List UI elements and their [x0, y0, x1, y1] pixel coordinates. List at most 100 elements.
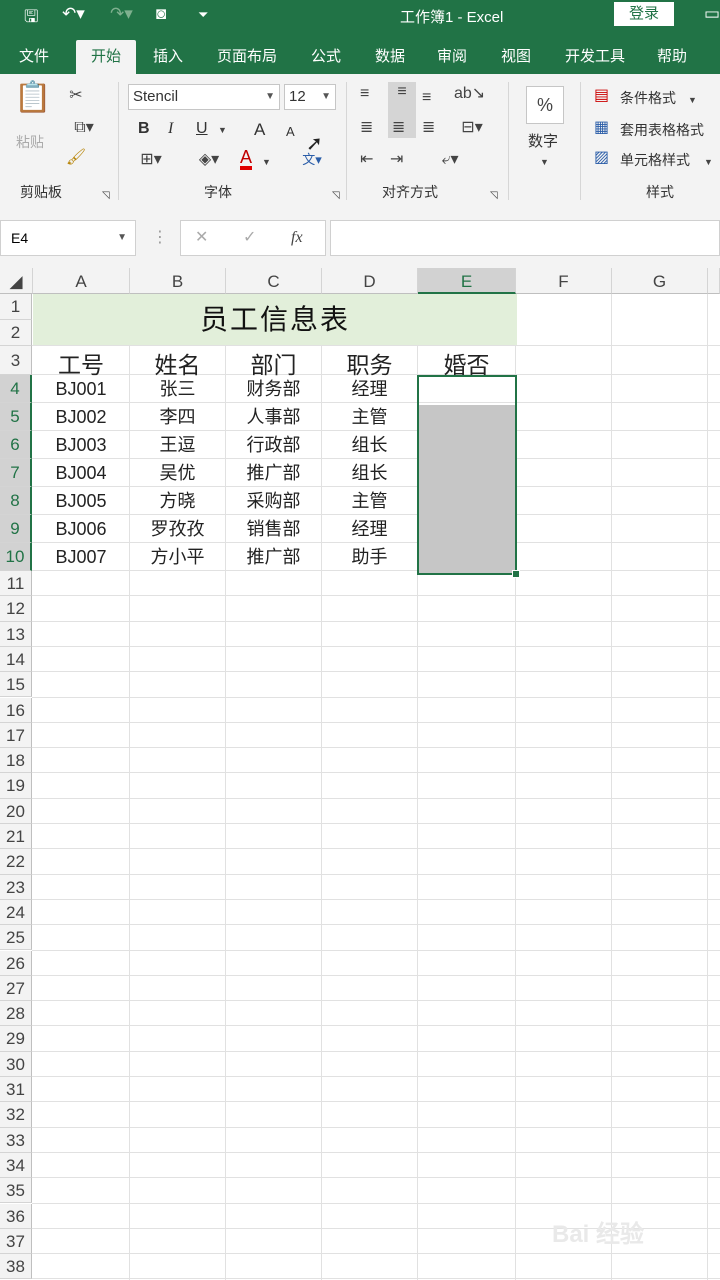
fill-color-icon[interactable]: ◈▾ — [192, 150, 226, 170]
row-header-22[interactable]: 22 — [0, 849, 32, 875]
cell-department[interactable]: 采购部 — [226, 487, 321, 515]
bold-button[interactable]: B — [138, 120, 150, 138]
chevron-down-icon[interactable]: ▼ — [117, 221, 127, 255]
table-format-icon[interactable]: ▦ — [594, 118, 609, 138]
camera-icon[interactable]: ◙ — [156, 4, 166, 24]
cell-name[interactable]: 方小平 — [130, 543, 225, 571]
alignment-launcher-icon[interactable]: ◹ — [490, 186, 498, 206]
align-bottom-icon[interactable]: ≡ — [422, 88, 431, 108]
row-header-25[interactable]: 25 — [0, 925, 32, 951]
column-header-h[interactable] — [708, 268, 720, 294]
row-header-32[interactable]: 32 — [0, 1102, 32, 1128]
row-header-19[interactable]: 19 — [0, 773, 32, 799]
row-header-9[interactable]: 9 — [0, 515, 32, 543]
conditional-format-icon[interactable]: ▤ — [594, 86, 609, 106]
row-header-11[interactable]: 11 — [0, 571, 32, 597]
cell-position[interactable]: 主管 — [322, 403, 417, 431]
cell-married[interactable] — [418, 459, 515, 487]
column-header-g[interactable]: G — [612, 268, 708, 294]
save-icon[interactable]: 🖫 — [24, 4, 38, 33]
row-header-24[interactable]: 24 — [0, 899, 32, 926]
paste-button-label[interactable]: 粘贴 — [16, 132, 44, 152]
sheet-title-cell[interactable]: 员工信息表 — [33, 294, 517, 345]
tab-insert[interactable]: 插入 — [146, 40, 190, 74]
row-header-2[interactable]: 2 — [0, 320, 32, 346]
cell-department[interactable]: 财务部 — [226, 375, 321, 403]
font-name-select[interactable]: Stencil ▼ — [128, 84, 280, 110]
chevron-down-icon[interactable]: ▼ — [218, 120, 227, 140]
merge-center-icon[interactable]: ⊟▾ — [452, 118, 492, 138]
ribbon-display-icon[interactable]: ▭ — [704, 4, 720, 24]
cell-department[interactable]: 销售部 — [226, 515, 321, 543]
row-header-30[interactable]: 30 — [0, 1051, 32, 1077]
row-header-10[interactable]: 10 — [0, 543, 32, 571]
row-header-36[interactable]: 36 — [0, 1203, 32, 1229]
increase-indent-icon[interactable]: ⇥ — [390, 150, 403, 170]
row-header-26[interactable]: 26 — [0, 950, 32, 976]
chevron-down-icon[interactable]: ▼ — [540, 152, 549, 172]
cell-id[interactable]: BJ005 — [33, 487, 129, 515]
cell-id[interactable]: BJ001 — [33, 375, 129, 403]
underline-button[interactable]: U — [196, 120, 208, 138]
insert-function-icon[interactable]: fx — [291, 228, 303, 248]
cell-married[interactable] — [418, 515, 515, 543]
font-size-select[interactable]: 12 ▼ — [284, 84, 336, 110]
copy-icon[interactable]: ⧉▾ — [64, 118, 104, 138]
row-header-29[interactable]: 29 — [0, 1026, 32, 1052]
cell-id[interactable]: BJ006 — [33, 515, 129, 543]
cell-id[interactable]: BJ004 — [33, 459, 129, 487]
cell-department[interactable]: 人事部 — [226, 403, 321, 431]
tab-home[interactable]: 开始 — [76, 40, 136, 74]
cell-id[interactable]: BJ002 — [33, 403, 129, 431]
cell-position[interactable]: 助手 — [322, 543, 417, 571]
column-header-d[interactable]: D — [322, 268, 418, 294]
cell-name[interactable]: 方晓 — [130, 487, 225, 515]
orientation-icon[interactable]: ab↘ — [454, 84, 485, 104]
align-right-icon[interactable]: ≣ — [422, 118, 435, 138]
row-header-33[interactable]: 33 — [0, 1127, 32, 1153]
cell-department[interactable]: 行政部 — [226, 431, 321, 459]
formula-input[interactable] — [330, 220, 720, 256]
tab-developer[interactable]: 开发工具 — [558, 40, 632, 74]
cell-position[interactable]: 经理 — [322, 375, 417, 403]
chevron-down-icon[interactable]: ▼ — [704, 152, 713, 172]
row-header-23[interactable]: 23 — [0, 874, 32, 900]
chevron-down-icon[interactable]: ▼ — [262, 152, 271, 172]
customize-toolbar-icon[interactable]: ⏷ — [198, 7, 208, 23]
row-header-8[interactable]: 8 — [0, 487, 32, 515]
fill-handle[interactable] — [512, 570, 520, 578]
cancel-icon[interactable]: ✕ — [195, 228, 208, 248]
cell-id[interactable]: BJ007 — [33, 543, 129, 571]
row-header-1[interactable]: 1 — [0, 294, 32, 320]
row-header-31[interactable]: 31 — [0, 1077, 32, 1103]
column-header-c[interactable]: C — [226, 268, 322, 294]
row-header-16[interactable]: 16 — [0, 697, 32, 723]
cell-department[interactable]: 推广部 — [226, 543, 321, 571]
format-as-table-button[interactable]: 套用表格格式 — [620, 120, 704, 140]
row-header-14[interactable]: 14 — [0, 646, 32, 673]
row-header-13[interactable]: 13 — [0, 621, 32, 647]
paste-icon[interactable]: 📋 — [14, 83, 51, 124]
row-header-3[interactable]: 3 — [0, 346, 32, 375]
format-painter-icon[interactable]: 🖌 — [64, 148, 88, 168]
row-header-37[interactable]: 37 — [0, 1228, 32, 1255]
cell-position[interactable]: 组长 — [322, 459, 417, 487]
row-header-38[interactable]: 38 — [0, 1254, 32, 1280]
name-box[interactable]: E4 ▼ — [0, 220, 136, 256]
cell-name[interactable]: 吴优 — [130, 459, 225, 487]
worksheet-grid[interactable]: ◢ A B C D E F G 1 2 3 4 5 6 7 8 9 10 11 12 13 14 15 16 1… — [0, 268, 720, 1280]
row-header-20[interactable]: 20 — [0, 798, 32, 824]
column-header-e[interactable]: E — [418, 268, 516, 294]
login-button[interactable]: 登录 — [614, 2, 674, 26]
cell-married[interactable] — [418, 403, 515, 431]
tab-help[interactable]: 帮助 — [650, 40, 694, 74]
cell-name[interactable]: 王逗 — [130, 431, 225, 459]
cell-position[interactable]: 主管 — [322, 487, 417, 515]
cell-department[interactable]: 推广部 — [226, 459, 321, 487]
select-all-corner[interactable]: ◢ — [0, 268, 33, 294]
decrease-indent-icon[interactable]: ⇤ — [360, 150, 373, 170]
conditional-format-button[interactable]: 条件格式 — [620, 88, 676, 108]
cell-id[interactable]: BJ003 — [33, 431, 129, 459]
undo-icon[interactable]: ↶▾ — [62, 4, 85, 24]
row-header-21[interactable]: 21 — [0, 824, 32, 850]
